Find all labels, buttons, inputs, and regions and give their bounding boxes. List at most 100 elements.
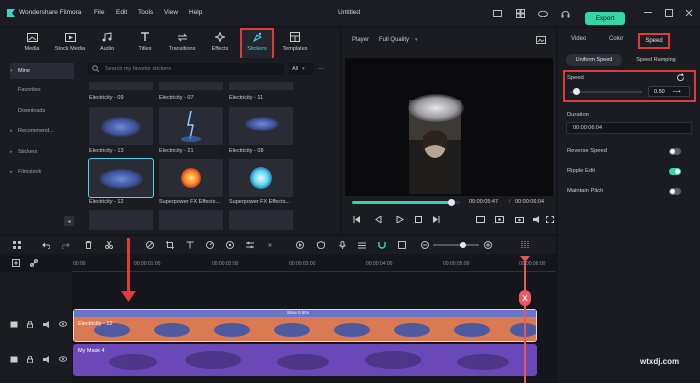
sidebar-item-filmstock[interactable]: ▸ Filmstock	[10, 164, 74, 180]
cloud-icon[interactable]	[538, 8, 548, 18]
filter-dropdown[interactable]: All ▾	[289, 63, 313, 75]
tab-templates[interactable]: Templates	[280, 30, 310, 58]
zoom-slider-handle[interactable]	[460, 242, 466, 248]
tab-transitions[interactable]: Transitions	[167, 30, 197, 58]
reset-icon[interactable]	[676, 73, 685, 84]
sidebar-item-favorites[interactable]: Favorites	[10, 82, 74, 98]
headset-icon[interactable]	[560, 8, 570, 18]
next-frame-icon[interactable]	[432, 216, 440, 225]
adjust-icon[interactable]	[245, 240, 255, 250]
clip-my-mask-4[interactable]	[73, 344, 537, 376]
ripple-edit-toggle[interactable]	[669, 168, 681, 175]
split-clip-icon[interactable]	[519, 290, 531, 306]
stop-icon[interactable]	[415, 216, 422, 225]
tab-audio[interactable]: Audio	[92, 30, 122, 58]
close-icon[interactable]	[684, 8, 694, 18]
zoom-in-icon[interactable]	[483, 240, 493, 250]
render-preview-icon[interactable]	[495, 216, 504, 225]
eye-icon[interactable]	[59, 321, 67, 329]
volume-icon[interactable]	[533, 216, 542, 225]
sidebar-item-downloads[interactable]: Downloads	[10, 103, 74, 119]
sticker-thumb[interactable]	[229, 210, 293, 230]
tab-video[interactable]: Video	[571, 36, 586, 42]
maximize-icon[interactable]	[664, 8, 674, 18]
color-icon[interactable]	[225, 240, 235, 250]
sticker-thumb-electricity-12[interactable]	[88, 158, 154, 198]
snapshot-icon[interactable]	[536, 36, 546, 46]
subtab-uniform-speed[interactable]: Uniform Speed	[566, 54, 622, 66]
sidebar-item-recommended[interactable]: ▸ Recommend...	[10, 123, 74, 139]
mute-icon[interactable]	[43, 356, 51, 365]
delete-icon[interactable]	[83, 240, 93, 250]
crop-icon[interactable]	[165, 240, 175, 250]
speed-value-input[interactable]: 0.50 ⟶	[648, 86, 690, 97]
zoom-slider[interactable]	[433, 244, 479, 246]
render-icon[interactable]	[295, 240, 305, 250]
speed-slider[interactable]	[570, 91, 642, 93]
shield-icon[interactable]	[316, 240, 326, 250]
add-track-icon[interactable]	[12, 259, 20, 269]
maintain-pitch-toggle[interactable]	[669, 188, 681, 195]
cut-icon[interactable]	[104, 240, 114, 250]
undo-icon[interactable]	[41, 240, 51, 250]
sticker-grid-icon[interactable]	[397, 240, 407, 250]
playhead[interactable]	[524, 258, 526, 383]
display-settings-icon[interactable]	[476, 216, 485, 225]
speed-icon[interactable]	[205, 240, 215, 250]
sidebar-item-mine[interactable]: ▾ Mine	[10, 63, 74, 79]
reverse-speed-toggle[interactable]	[669, 148, 681, 155]
fullscreen-icon[interactable]	[546, 216, 554, 225]
duration-field[interactable]: 00:00:06:04	[566, 122, 692, 134]
camera-icon[interactable]	[515, 216, 524, 225]
sticker-thumb-electricity-21[interactable]	[159, 107, 223, 145]
quality-dropdown[interactable]: Full Quality ▾	[379, 37, 418, 43]
sticker-thumb-superpower-fx-2[interactable]	[229, 159, 293, 197]
sticker-thumb[interactable]	[159, 210, 223, 230]
tab-titles[interactable]: Titles	[130, 30, 160, 58]
scrubber-handle[interactable]	[448, 199, 455, 206]
mute-icon[interactable]	[43, 321, 51, 330]
tab-color[interactable]: Color	[609, 36, 623, 42]
grid-icon[interactable]	[515, 8, 525, 18]
menu-tools[interactable]: Tools	[138, 9, 153, 16]
menu-file[interactable]: File	[94, 9, 104, 16]
tab-effects[interactable]: Effects	[205, 30, 235, 58]
list-icon[interactable]	[357, 240, 367, 250]
minimize-icon[interactable]	[643, 8, 653, 18]
magnet-icon[interactable]	[377, 240, 387, 250]
tab-stickers[interactable]: Stickers	[240, 28, 274, 60]
tag-icon[interactable]	[145, 240, 155, 250]
tab-speed[interactable]: Speed	[638, 33, 670, 49]
lock-icon[interactable]	[27, 320, 33, 330]
sticker-thumb[interactable]	[89, 82, 153, 90]
collapse-sidebar-icon[interactable]: ◂	[64, 216, 74, 226]
menu-help[interactable]: Help	[189, 9, 202, 16]
lock-icon[interactable]	[27, 355, 33, 365]
menu-edit[interactable]: Edit	[116, 9, 127, 16]
sidebar-item-stickers[interactable]: ▸ Stickers	[10, 144, 74, 160]
redo-icon[interactable]	[61, 240, 71, 250]
play-reverse-icon[interactable]	[375, 215, 383, 225]
more-tools-icon[interactable]: »	[265, 240, 275, 250]
play-icon[interactable]	[396, 215, 404, 225]
tab-stock-media[interactable]: Stock Media	[55, 30, 85, 58]
sticker-thumb[interactable]	[159, 82, 223, 90]
menu-view[interactable]: View	[164, 9, 178, 16]
microphone-icon[interactable]	[337, 240, 347, 250]
export-button[interactable]: Export	[585, 12, 625, 25]
sticker-thumb-electricity-08[interactable]	[229, 107, 293, 145]
sticker-thumb-electricity-13[interactable]	[89, 107, 153, 145]
sticker-thumb[interactable]	[89, 210, 153, 230]
sticker-thumb[interactable]	[229, 82, 293, 90]
speed-slider-handle[interactable]	[573, 88, 580, 95]
text-icon[interactable]	[185, 240, 195, 250]
prev-frame-icon[interactable]	[353, 216, 361, 225]
sticker-thumb-superpower-fx-1[interactable]	[159, 159, 223, 197]
tab-media[interactable]: Media	[17, 30, 47, 58]
zoom-out-icon[interactable]	[420, 240, 430, 250]
link-icon[interactable]	[30, 259, 38, 269]
timeline-layout-icon[interactable]	[520, 240, 530, 250]
eye-icon[interactable]	[59, 356, 67, 364]
layout-icon[interactable]	[492, 8, 502, 18]
more-options-icon[interactable]: ...	[318, 64, 324, 71]
